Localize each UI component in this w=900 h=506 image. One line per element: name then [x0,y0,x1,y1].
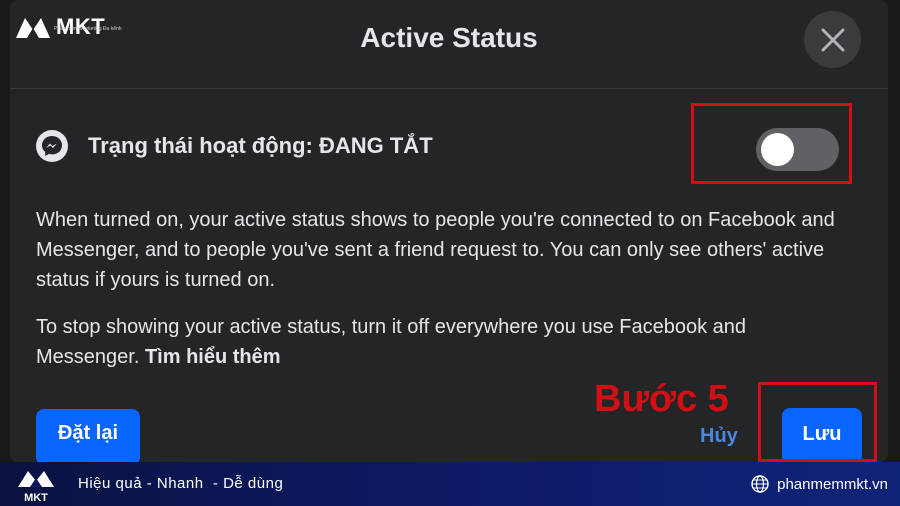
stop-showing-text: To stop showing your active status, turn… [36,316,747,368]
step-label: Bước 5 [594,378,729,420]
logo-subtext: Phần mềm Marketing Đa kênh [54,26,122,32]
messenger-icon [36,130,68,162]
status-row: Trạng thái hoạt động: ĐANG TẮT [36,130,433,162]
footer-banner: MKT Hiệu quả - Nhanh - Dễ dùng phanmemmk… [0,462,900,506]
dialog-title: Active Status [360,22,538,53]
mkt-footer-logo-icon: MKT [18,471,54,503]
footer-website-text: phanmemmkt.vn [777,475,888,493]
close-button[interactable] [804,11,861,68]
active-status-toggle[interactable] [756,128,839,171]
svg-text:MKT: MKT [24,492,48,503]
reset-button[interactable]: Đặt lại [36,409,140,465]
mkt-logo-icon [16,18,50,38]
globe-icon [751,475,769,493]
status-description: When turned on, your active status shows… [36,209,835,291]
close-icon [821,28,844,51]
footer-website[interactable]: phanmemmkt.vn [751,475,888,493]
footer-tagline: Hiệu quả - Nhanh - Dễ dùng [78,475,284,492]
toggle-knob [761,133,794,166]
learn-more-link[interactable]: Tìm hiểu thêm [145,346,281,368]
save-highlight-box [758,382,877,462]
dialog-header: Active Status [10,0,888,89]
stop-showing-description: To stop showing your active status, turn… [36,312,836,372]
active-status-label: Trạng thái hoạt động: ĐANG TẮT [88,133,433,158]
cancel-button[interactable]: Hủy [700,425,738,448]
